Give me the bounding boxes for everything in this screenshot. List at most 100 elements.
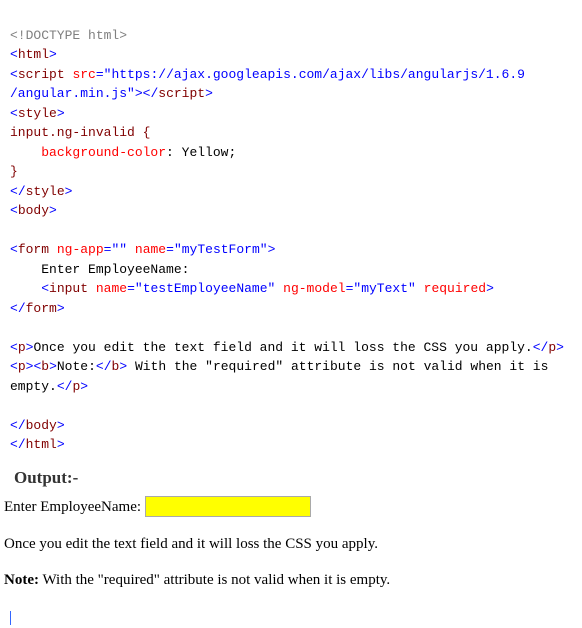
- form-name-val: myTestForm: [182, 242, 260, 257]
- lt: <: [10, 47, 18, 62]
- src-val-1: https://ajax.googleapis.com/ajax/libs/an…: [111, 67, 524, 82]
- q: ": [127, 86, 135, 101]
- src-val-2: /angular.min.js: [10, 86, 127, 101]
- form-text: Enter EmployeeName:: [41, 262, 189, 277]
- space: [416, 281, 424, 296]
- lt: <: [10, 67, 18, 82]
- doctype: <!DOCTYPE html>: [10, 28, 127, 43]
- gt: >: [65, 184, 73, 199]
- script-close: script: [158, 86, 205, 101]
- style-close: style: [26, 184, 65, 199]
- gt: >: [49, 203, 57, 218]
- cursor-line: [10, 606, 572, 622]
- gt: >: [57, 301, 65, 316]
- gt: >: [57, 418, 65, 433]
- p-open: p: [18, 359, 26, 374]
- ngmodel-attr: ng-model: [283, 281, 345, 296]
- lt: <: [10, 106, 18, 121]
- para1-text: Once you edit the text field and it will…: [33, 340, 532, 355]
- indent: [10, 281, 41, 296]
- input-name-val: testEmployeeName: [143, 281, 268, 296]
- gt: >: [119, 359, 127, 374]
- slash: /: [18, 301, 26, 316]
- body-open: body: [18, 203, 49, 218]
- eq: =: [96, 67, 104, 82]
- slash: /: [18, 418, 26, 433]
- space: [88, 281, 96, 296]
- q: ": [119, 242, 127, 257]
- required-attr: required: [424, 281, 486, 296]
- gt: >: [556, 340, 564, 355]
- lt: <: [41, 281, 49, 296]
- q: ": [408, 281, 416, 296]
- para2-seg1: With the "required" attribute is not val…: [127, 359, 556, 374]
- css-close: }: [10, 164, 18, 179]
- lt: <: [533, 340, 541, 355]
- form-close: form: [26, 301, 57, 316]
- output-heading: Output:-: [14, 465, 572, 491]
- b-open: b: [41, 359, 49, 374]
- space: [127, 242, 135, 257]
- ngapp-attr: ng-app: [57, 242, 104, 257]
- lt: <: [10, 301, 18, 316]
- lt: <: [10, 437, 18, 452]
- p-close: p: [548, 340, 556, 355]
- style-open: style: [18, 106, 57, 121]
- form-tag: form: [18, 242, 49, 257]
- lt: <: [10, 359, 18, 374]
- employee-name-label: Enter EmployeeName:: [4, 499, 141, 515]
- note-bold: Note:: [57, 359, 96, 374]
- ngmodel-val: myText: [361, 281, 408, 296]
- html-close: html: [26, 437, 57, 452]
- indent: [10, 262, 41, 277]
- input-tag: input: [49, 281, 88, 296]
- css-val: Yellow: [182, 145, 229, 160]
- q: ": [260, 242, 268, 257]
- note-bold-label: Note:: [4, 572, 39, 588]
- lt: <: [10, 203, 18, 218]
- form-row: Enter EmployeeName:: [4, 496, 572, 519]
- indent: [10, 145, 41, 160]
- lt: <: [10, 340, 18, 355]
- rendered-output: Enter EmployeeName: Once you edit the te…: [4, 496, 572, 592]
- output-para-1: Once you edit the text field and it will…: [4, 533, 572, 556]
- gt: >: [49, 359, 57, 374]
- name-attr: name: [135, 242, 166, 257]
- code-block: <!DOCTYPE html> <html> <script src="http…: [10, 6, 572, 455]
- lt: <: [96, 359, 104, 374]
- css-prop: background-color: [41, 145, 166, 160]
- gt: >: [205, 86, 213, 101]
- output-para-2: Note: With the "required" attribute is n…: [4, 569, 572, 592]
- note-rest: With the "required" attribute is not val…: [39, 572, 390, 588]
- q: ": [174, 242, 182, 257]
- src-attr: src: [72, 67, 95, 82]
- gt: >: [49, 47, 57, 62]
- gt: >: [486, 281, 494, 296]
- employee-name-input[interactable]: [145, 496, 311, 517]
- para2-seg2: empty.: [10, 379, 57, 394]
- lt: <: [10, 184, 18, 199]
- space: [275, 281, 283, 296]
- script-tag: script: [18, 67, 65, 82]
- html-open: html: [18, 47, 49, 62]
- gt: >: [57, 437, 65, 452]
- css-colon: :: [166, 145, 182, 160]
- eq: =: [127, 281, 135, 296]
- gt: >: [57, 106, 65, 121]
- q: ": [135, 281, 143, 296]
- lt: <: [10, 418, 18, 433]
- text-cursor-icon: [10, 611, 11, 625]
- body-close: body: [26, 418, 57, 433]
- gt: >: [80, 379, 88, 394]
- css-semi: ;: [228, 145, 236, 160]
- name-attr: name: [96, 281, 127, 296]
- p-open: p: [18, 340, 26, 355]
- space: [49, 242, 57, 257]
- eq: =: [166, 242, 174, 257]
- lt: <: [57, 379, 65, 394]
- lt: <: [10, 242, 18, 257]
- css-selector: input.ng-invalid {: [10, 125, 150, 140]
- slash: /: [18, 437, 26, 452]
- gt: >: [268, 242, 276, 257]
- slash: /: [18, 184, 26, 199]
